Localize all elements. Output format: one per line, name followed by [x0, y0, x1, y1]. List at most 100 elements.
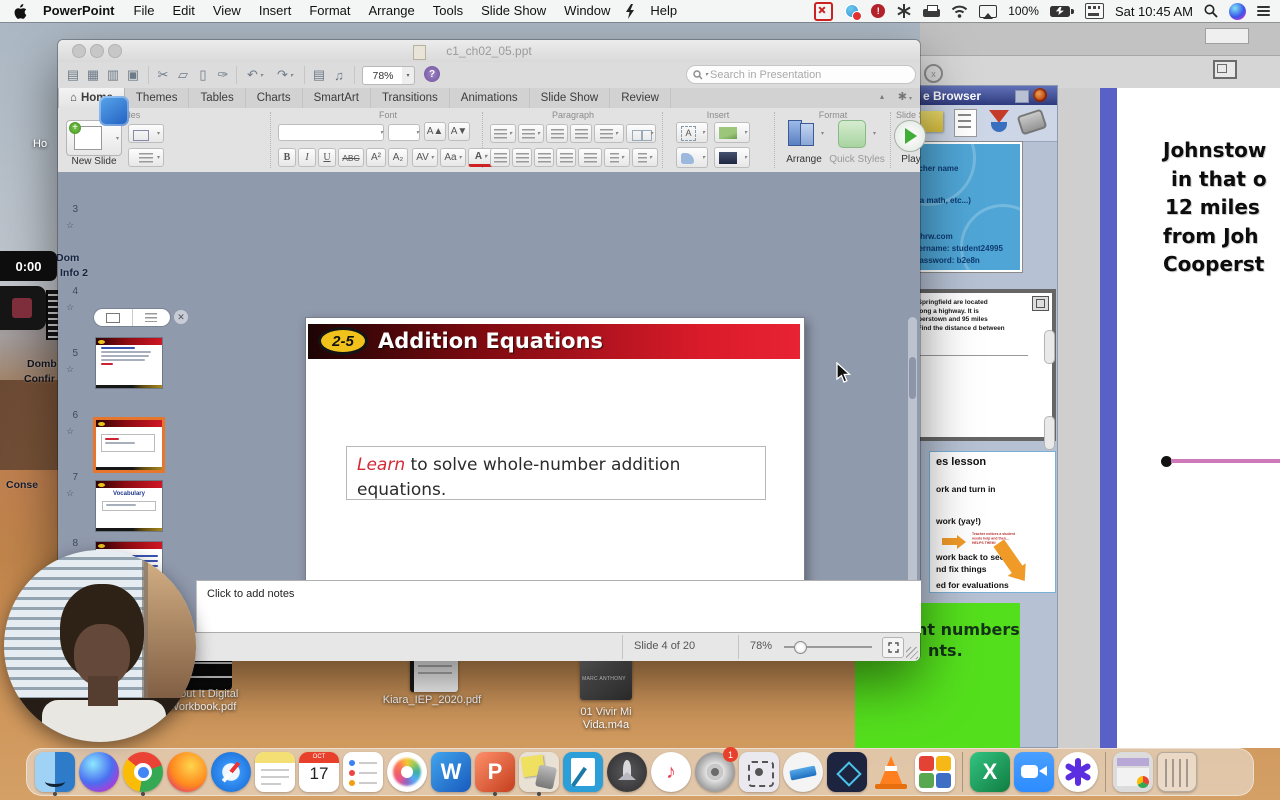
dock-smart-ink-icon[interactable]	[563, 750, 603, 794]
dock-finder-icon[interactable]	[35, 750, 75, 796]
text-direction-button[interactable]: ▾	[604, 148, 630, 167]
columns-button[interactable]: ▾	[626, 124, 656, 143]
arrange-button[interactable]: ▾	[784, 118, 824, 150]
layout-button[interactable]: ▾	[128, 124, 164, 143]
insert-shape-button[interactable]: ▾	[676, 147, 708, 168]
align-left-button[interactable]	[490, 148, 510, 167]
window-titlebar[interactable]: c1_ch02_05.ppt	[58, 40, 920, 63]
play-button[interactable]	[894, 120, 926, 152]
menu-format[interactable]: Format	[300, 0, 359, 22]
undo-button[interactable]: ↶ ▾	[242, 66, 268, 84]
menu-help[interactable]: Help	[641, 0, 686, 22]
view-notes-icon[interactable]: ▤	[310, 66, 328, 84]
dock-screenshot-icon[interactable]	[739, 750, 779, 794]
tab-slideshow[interactable]: Slide Show	[530, 88, 611, 108]
page-thumb-lesson[interactable]: es lesson ork and turn in work (yay!) Te…	[929, 451, 1056, 593]
media-browser-icon[interactable]: ♫	[330, 66, 348, 84]
menu-arrange[interactable]: Arrange	[360, 0, 424, 22]
dock-photos-icon[interactable]	[387, 750, 427, 794]
fit-slide-button[interactable]	[882, 637, 904, 658]
snowflake-status-icon[interactable]	[896, 3, 912, 19]
font-name-select[interactable]: ▾	[278, 124, 384, 141]
dock-vlc-icon[interactable]	[871, 750, 911, 794]
tab-tables[interactable]: Tables	[189, 88, 246, 108]
line-spacing-button[interactable]: ▾	[594, 124, 624, 143]
align-right-button[interactable]	[534, 148, 554, 167]
distribute-button[interactable]	[578, 148, 602, 167]
dock-minimized-window[interactable]	[1113, 750, 1153, 794]
dock-smart-notebook-icon[interactable]	[519, 750, 559, 796]
file-label[interactable]: 01 Vivir Mi Vida.m4a	[566, 706, 646, 732]
slide-scrollbar-thumb[interactable]	[909, 357, 916, 399]
dock-chrome-icon[interactable]	[123, 750, 163, 796]
bullets-button[interactable]: ▾	[490, 124, 516, 143]
status-badge-icon[interactable]: !	[871, 4, 886, 18]
browser-close-icon[interactable]	[1033, 88, 1047, 102]
dock-pinwheel-icon[interactable]	[1058, 750, 1098, 794]
menu-clock[interactable]: Sat 10:45 AM	[1115, 4, 1193, 19]
learn-objective-box[interactable]: Learn to solve whole-number addition equ…	[346, 446, 766, 500]
print-icon[interactable]: ▣	[124, 66, 142, 84]
menu-view[interactable]: View	[204, 0, 250, 22]
tab-transitions[interactable]: Transitions	[371, 88, 450, 108]
resize-grip[interactable]	[906, 647, 918, 659]
char-spacing-button[interactable]: AV ▾	[412, 148, 438, 167]
menu-file[interactable]: File	[125, 0, 164, 22]
script-menu[interactable]	[619, 3, 641, 19]
screen-record-status-icon[interactable]	[844, 3, 863, 21]
dock-trash-icon[interactable]	[1157, 750, 1197, 794]
quick-styles-button[interactable]: ▾	[834, 118, 878, 150]
stop-recording-button[interactable]	[0, 286, 46, 330]
insert-picture-button[interactable]: ▾	[714, 122, 750, 143]
zoom-dropdown[interactable]: ▾	[402, 66, 415, 85]
indent-button[interactable]	[570, 124, 592, 143]
align-text-button[interactable]: ▾	[632, 148, 658, 167]
outdent-button[interactable]	[546, 124, 568, 143]
tab-animations[interactable]: Animations	[450, 88, 530, 108]
dock-scanner-icon[interactable]	[783, 750, 823, 794]
spin-top-base-icon[interactable]	[991, 122, 1007, 132]
numbering-button[interactable]: ▾	[518, 124, 544, 143]
wifi-status-icon[interactable]	[951, 5, 968, 18]
insert-media-button[interactable]: ▾	[714, 147, 750, 168]
section-button[interactable]: ▾	[128, 148, 164, 167]
dock-reminders-icon[interactable]	[343, 750, 383, 794]
paste-icon[interactable]: ▯	[194, 66, 212, 84]
justify-button[interactable]	[556, 148, 576, 167]
cut-icon[interactable]: ✂	[154, 66, 172, 84]
slide-thumb-5[interactable]: Vocabulary	[95, 480, 163, 532]
notes-pane[interactable]: Click to add notes	[196, 580, 921, 633]
new-doc-icon[interactable]: ▤	[64, 66, 82, 84]
menu-tools[interactable]: Tools	[424, 0, 472, 22]
printer-status-icon[interactable]	[923, 4, 941, 18]
save-icon[interactable]: ▥	[104, 66, 122, 84]
outline-view-button[interactable]	[131, 309, 171, 326]
collapse-ribbon-icon[interactable]: ▴	[880, 92, 884, 101]
scroll-pill[interactable]	[1044, 416, 1055, 450]
dock-powerpoint-icon[interactable]: P	[475, 750, 515, 796]
browser-pin-icon[interactable]	[1015, 90, 1029, 103]
menu-edit[interactable]: Edit	[163, 0, 203, 22]
open-icon[interactable]: ▦	[84, 66, 102, 84]
checklist-tool-icon[interactable]	[954, 109, 977, 137]
close-pane-icon[interactable]: ✕	[174, 310, 188, 324]
slide-view-button[interactable]	[94, 309, 132, 326]
dock-launchpad-icon[interactable]	[607, 750, 647, 794]
insert-textbox-button[interactable]: A ▾	[676, 122, 708, 143]
number-line-segment[interactable]	[1171, 459, 1280, 463]
dock-excel-icon[interactable]: X	[970, 750, 1010, 794]
siri-icon[interactable]	[1229, 2, 1246, 20]
zoom-slider-thumb[interactable]	[794, 641, 807, 654]
tab-smartart[interactable]: SmartArt	[303, 88, 371, 108]
dock-word-icon[interactable]: W	[431, 750, 471, 794]
slide-thumb-4-selected[interactable]	[93, 417, 165, 473]
scroll-pill[interactable]	[1044, 330, 1055, 364]
font-size-select[interactable]: ▾	[388, 124, 420, 141]
shrink-font-button[interactable]: A▼	[448, 122, 470, 141]
dock-calendar-icon[interactable]: OCT 17	[299, 750, 339, 794]
dock-safari-icon[interactable]	[211, 750, 251, 794]
redo-button[interactable]: ↷ ▾	[272, 66, 298, 84]
superscript-button[interactable]: A²	[366, 148, 386, 167]
underline-button[interactable]: U	[318, 148, 336, 167]
dock-adobe-icon[interactable]	[827, 750, 867, 794]
